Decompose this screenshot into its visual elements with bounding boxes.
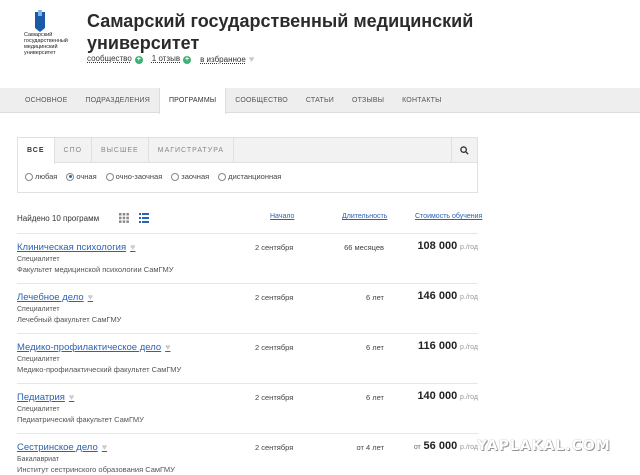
community-link[interactable]: сообщество [87, 54, 132, 63]
program-faculty: Факультет медицинской психологии СамГМУ [17, 265, 174, 274]
program-row: Сестринское дело ♥ Бакалавриат Институт с… [17, 433, 478, 475]
tab-all[interactable]: ВСЕ [18, 138, 55, 164]
level-tabs: ВСЕ СПО ВЫСШЕЕ МАГИСТРАТУРА [18, 138, 477, 164]
header-meta: сообщество + 1 отзыв + в избранное ♥ [87, 54, 254, 64]
program-level: Специалитет [17, 406, 60, 413]
results-count: Найдено 10 программ [17, 214, 100, 223]
program-duration: 6 лет [366, 393, 384, 402]
program-row: Медико-профилактическое дело ♥ Специалите… [17, 333, 478, 383]
nav-item-articles[interactable]: СТАТЬИ [297, 88, 343, 112]
plus-icon[interactable]: + [183, 56, 192, 64]
program-duration: 6 лет [366, 293, 384, 302]
program-name-link[interactable]: Клиническая психология ♥ [17, 242, 135, 253]
program-duration: 6 лет [366, 343, 384, 352]
radio-circle-icon [171, 172, 180, 181]
nav-item-community[interactable]: СООБЩЕСТВО [226, 88, 297, 112]
heart-icon[interactable]: ♥ [249, 54, 254, 64]
program-price: от 56 000 р./год [413, 440, 478, 452]
radio-selected-icon [66, 172, 75, 181]
program-start: 2 сентября [255, 443, 294, 452]
list-view-icon[interactable] [139, 213, 149, 223]
search-button[interactable] [451, 138, 477, 163]
radio-extramural[interactable]: заочная [171, 172, 209, 181]
program-start: 2 сентября [255, 393, 294, 402]
program-start: 2 сентября [255, 243, 294, 252]
program-name-link[interactable]: Сестринское дело ♥ [17, 442, 107, 453]
program-price: 140 000 р./год [417, 390, 478, 402]
program-name-link[interactable]: Медико-профилактическое дело ♥ [17, 342, 170, 353]
program-price: 108 000 р./год [417, 240, 478, 252]
program-price: 146 000 р./год [417, 290, 478, 302]
program-level: Специалитет [17, 256, 60, 263]
program-level: Специалитет [17, 356, 60, 363]
main-nav: ОСНОВНОЕ ПОДРАЗДЕЛЕНИЯ ПРОГРАММЫ СООБЩЕС… [0, 88, 640, 114]
sort-duration[interactable]: Длительность [342, 213, 387, 220]
program-row: Педиатрия ♥ Специалитет Педиатрический фа… [17, 383, 478, 433]
tab-spo[interactable]: СПО [55, 138, 93, 162]
sort-cost[interactable]: Стоимость обучения [415, 213, 482, 220]
tab-higher[interactable]: ВЫСШЕЕ [92, 138, 149, 162]
tab-masters[interactable]: МАГИСТРАТУРА [149, 138, 235, 162]
emblem-icon [35, 10, 45, 32]
program-faculty: Институт сестринского образования СамГМУ [17, 465, 175, 474]
radio-full-time[interactable]: очная [66, 172, 97, 181]
search-icon [460, 146, 469, 155]
heart-icon[interactable]: ♥ [102, 442, 107, 452]
radio-part-time[interactable]: очно-заочная [105, 172, 162, 181]
heart-icon[interactable]: ♥ [130, 242, 135, 252]
program-row: Лечебное дело ♥ Специалитет Лечебный факу… [17, 283, 478, 333]
university-logo[interactable]: Самарский государственный медицинский ун… [24, 10, 76, 68]
sort-start[interactable]: Начало [270, 213, 294, 220]
plus-icon[interactable]: + [134, 56, 143, 64]
radio-circle-icon [25, 172, 33, 181]
program-faculty: Медико-профилактический факультет СамГМУ [17, 365, 182, 374]
program-row: Клиническая психология ♥ Специалитет Факу… [17, 233, 478, 283]
program-faculty: Педиатрический факультет СамГМУ [17, 415, 144, 424]
program-duration: 66 месяцев [344, 243, 384, 252]
program-price: 116 000 р./год [418, 340, 478, 352]
site-header: Самарский государственный медицинский ун… [0, 0, 640, 88]
radio-distance[interactable]: дистанционная [218, 172, 281, 181]
program-duration: от 4 лет [356, 443, 384, 452]
watermark: YAPLAKAL.COM [477, 438, 611, 454]
reviews-link[interactable]: 1 отзыв [152, 54, 180, 63]
program-level: Бакалавриат [17, 456, 60, 463]
page-title: Самарский государственный медицинский ун… [87, 11, 474, 53]
nav-item-programs[interactable]: ПРОГРАММЫ [158, 88, 227, 114]
heart-icon[interactable]: ♥ [88, 292, 93, 302]
study-form-radios: любая очная очно-заочная заочная дистанц… [18, 163, 477, 181]
logo-text: Самарский государственный медицинский ун… [24, 32, 68, 56]
program-start: 2 сентября [255, 293, 294, 302]
radio-any[interactable]: любая [25, 172, 57, 181]
program-name-link[interactable]: Педиатрия ♥ [17, 392, 74, 403]
nav-item-reviews[interactable]: ОТЗЫВЫ [343, 88, 393, 112]
heart-icon[interactable]: ♥ [165, 342, 170, 352]
program-level: Специалитет [17, 306, 60, 313]
heart-icon[interactable]: ♥ [69, 392, 74, 402]
radio-circle-icon [105, 172, 114, 181]
nav-item-main[interactable]: ОСНОВНОЕ [16, 88, 76, 112]
nav-item-contacts[interactable]: КОНТАКТЫ [393, 88, 450, 112]
program-name-link[interactable]: Лечебное дело ♥ [17, 292, 93, 303]
grid-view-icon[interactable] [119, 213, 129, 223]
program-faculty: Лечебный факультет СамГМУ [17, 315, 122, 324]
program-start: 2 сентября [255, 343, 294, 352]
radio-circle-icon [218, 172, 227, 181]
favorites-link[interactable]: в избранное [200, 55, 246, 64]
nav-item-departments[interactable]: ПОДРАЗДЕЛЕНИЯ [76, 88, 159, 112]
program-filter: ВСЕ СПО ВЫСШЕЕ МАГИСТРАТУРА любая очная … [17, 137, 478, 193]
